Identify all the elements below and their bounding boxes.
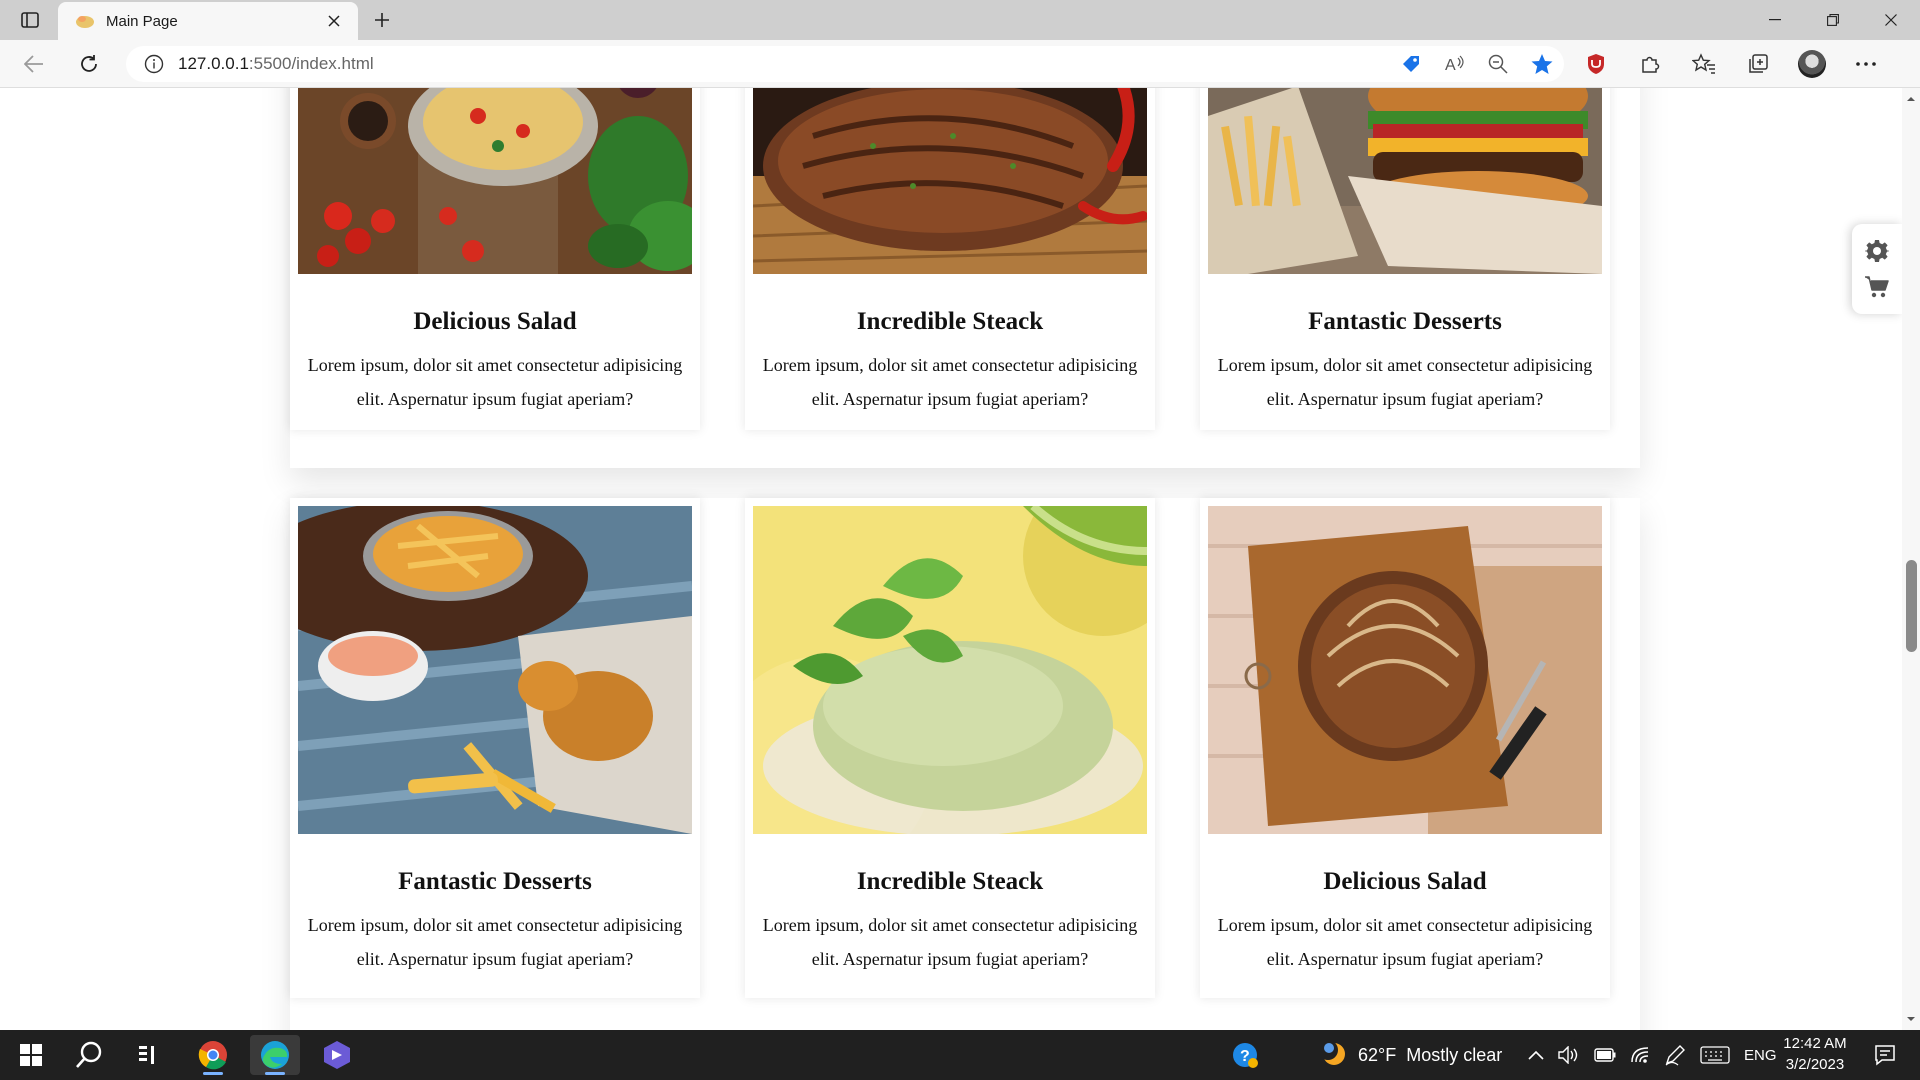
food-card[interactable]: Delicious Salad Lorem ipsum, dolor sit a… [1200, 498, 1610, 998]
bread-loaf-image [1208, 506, 1602, 834]
browser-tab-bar: Main Page [0, 0, 1920, 40]
read-aloud-icon[interactable]: A [1444, 54, 1466, 74]
refresh-button[interactable] [73, 48, 105, 80]
address-bar[interactable]: 127.0.0.1:5500/index.html A [126, 46, 1564, 82]
page-favicon-icon [76, 16, 94, 28]
food-card[interactable]: Delicious Salad Lorem ipsum, dolor sit a… [290, 88, 700, 430]
card-title: Fantastic Desserts [1308, 308, 1502, 335]
card-title: Delicious Salad [1323, 868, 1487, 895]
moon-weather-icon [1318, 1040, 1345, 1065]
cart-icon[interactable] [1864, 274, 1890, 300]
tab-title: Main Page [106, 12, 178, 30]
food-card[interactable]: Incredible Steack Lorem ipsum, dolor sit… [745, 88, 1155, 430]
card-description: Lorem ipsum, dolor sit amet consectetur … [307, 355, 683, 409]
browser-tab[interactable]: Main Page [58, 2, 358, 40]
card-title: Fantastic Desserts [398, 868, 592, 895]
weather-temp: 62°F [1358, 1044, 1397, 1065]
page-content: Delicious Salad Lorem ipsum, dolor sit a… [0, 88, 1902, 1030]
card-title: Incredible Steack [856, 308, 1044, 335]
task-view-icon[interactable] [124, 1035, 174, 1075]
clock-date: 3/2/2023 [1785, 1056, 1845, 1073]
pen-icon[interactable] [1664, 1044, 1686, 1066]
favorite-star-icon[interactable] [1530, 52, 1554, 76]
extensions-icon[interactable] [1632, 48, 1668, 80]
url-text: 127.0.0.1:5500/index.html [178, 54, 374, 74]
mint-ice-cream-image [753, 506, 1147, 834]
edge-app-icon[interactable] [250, 1035, 300, 1075]
start-button[interactable] [6, 1035, 56, 1075]
svg-text:A: A [1445, 57, 1456, 74]
address-toolbar: 127.0.0.1:5500/index.html A [0, 40, 1920, 88]
more-menu-icon[interactable] [1848, 48, 1884, 80]
url-host: 127.0.0.1 [178, 54, 249, 73]
food-card[interactable]: Fantastic Desserts Lorem ipsum, dolor si… [290, 498, 700, 998]
scrollbar-thumb[interactable] [1906, 560, 1917, 652]
burger-and-fries-image [1208, 88, 1602, 274]
restore-button[interactable] [1804, 0, 1862, 40]
profile-avatar[interactable] [1794, 48, 1830, 80]
close-tab-icon[interactable] [322, 9, 346, 33]
card-title: Incredible Steack [856, 868, 1044, 895]
pasta-with-tomatoes-image [298, 88, 692, 274]
notifications-icon[interactable] [1860, 1035, 1910, 1075]
gear-icon[interactable] [1864, 238, 1890, 264]
card-description: Lorem ipsum, dolor sit amet consectetur … [1217, 915, 1593, 969]
system-tray: ENG [1528, 1030, 1777, 1080]
card-title: Delicious Salad [413, 308, 577, 335]
grilled-steak-image [753, 88, 1147, 274]
tab-actions-icon[interactable] [14, 8, 46, 32]
clock-time: 12:42 AM [1783, 1035, 1847, 1052]
card-description: Lorem ipsum, dolor sit amet consectetur … [1217, 355, 1593, 409]
weather-widget[interactable]: 62°F Mostly clear [1318, 1030, 1502, 1080]
help-icon[interactable]: ? [1220, 1035, 1270, 1075]
minimize-button[interactable] [1746, 0, 1804, 40]
windows-taskbar: ? 62°F Mostly clear ENG 12:42 AM 3/2/202… [0, 1030, 1920, 1080]
battery-icon[interactable] [1594, 1048, 1616, 1062]
card-description: Lorem ipsum, dolor sit amet consectetur … [762, 915, 1138, 969]
wifi-icon[interactable] [1630, 1046, 1650, 1064]
power-automate-icon[interactable] [312, 1035, 362, 1075]
card-description: Lorem ipsum, dolor sit amet consectetur … [762, 355, 1138, 409]
ublock-extension-icon[interactable] [1578, 48, 1614, 80]
search-icon[interactable] [64, 1035, 114, 1075]
collections-icon[interactable] [1740, 48, 1776, 80]
volume-icon[interactable] [1558, 1046, 1580, 1064]
shopping-tag-icon[interactable] [1400, 53, 1422, 75]
new-tab-button[interactable] [368, 6, 396, 34]
food-card[interactable]: Incredible Steack Lorem ipsum, dolor sit… [745, 498, 1155, 998]
fish-and-chips-image [298, 506, 692, 834]
card-description: Lorem ipsum, dolor sit amet consectetur … [307, 915, 683, 969]
zoom-out-icon[interactable] [1488, 54, 1508, 74]
scroll-up-icon[interactable] [1906, 94, 1916, 104]
chevron-up-icon[interactable] [1528, 1050, 1544, 1060]
scroll-down-icon[interactable] [1906, 1014, 1916, 1024]
keyboard-icon[interactable] [1700, 1046, 1730, 1064]
close-window-button[interactable] [1862, 0, 1920, 40]
food-card[interactable]: Fantastic Desserts Lorem ipsum, dolor si… [1200, 88, 1610, 430]
settings-side-widget [1852, 224, 1902, 314]
weather-condition: Mostly clear [1406, 1044, 1503, 1065]
site-info-icon[interactable] [144, 54, 164, 74]
url-path: :5500/index.html [248, 54, 374, 73]
chrome-app-icon[interactable] [188, 1035, 238, 1075]
favorites-icon[interactable] [1686, 48, 1722, 80]
back-button[interactable] [18, 48, 50, 80]
clock[interactable]: 12:42 AM 3/2/2023 [1770, 1034, 1860, 1076]
page-scrollbar[interactable] [1902, 88, 1920, 1030]
